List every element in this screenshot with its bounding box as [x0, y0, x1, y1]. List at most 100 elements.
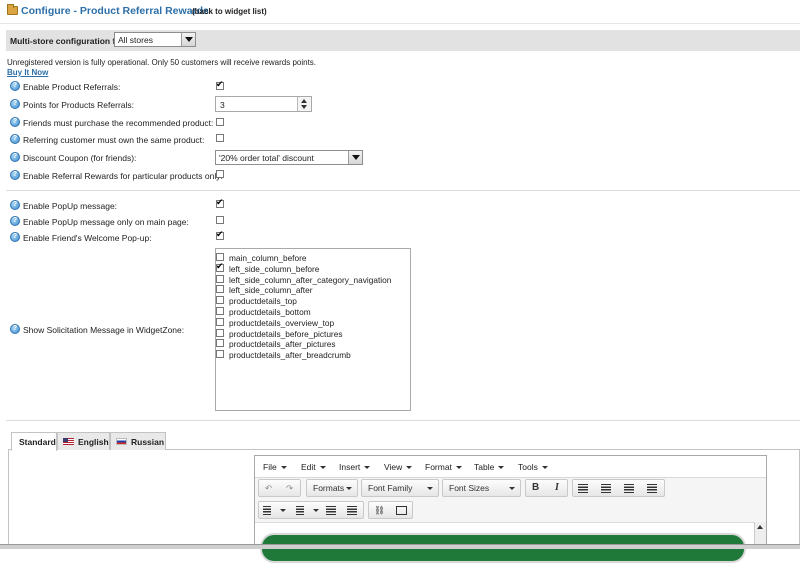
align-left-icon[interactable]: [578, 484, 588, 493]
friends-must-purchase-checkbox[interactable]: [216, 118, 224, 126]
multistore-bar: Multi-store configuration for All stores: [6, 30, 800, 51]
increment-icon[interactable]: [301, 99, 307, 103]
discount-coupon-select[interactable]: '20% order total' discount: [215, 150, 363, 165]
stepper-buttons[interactable]: [297, 97, 311, 111]
store-select[interactable]: All stores: [114, 32, 196, 47]
menu-table[interactable]: Table: [474, 462, 505, 472]
scroll-up-icon[interactable]: [757, 525, 763, 529]
font-sizes-dropdown[interactable]: Font Sizes: [442, 479, 521, 497]
referring-must-own-checkbox[interactable]: [216, 134, 224, 142]
widget-zone-checkbox[interactable]: [216, 261, 224, 272]
widget-zone-checkbox[interactable]: [216, 307, 224, 315]
bullet-list-icon[interactable]: [263, 506, 271, 515]
numbered-list-icon[interactable]: [296, 506, 304, 515]
back-to-widget-list-link[interactable]: (back to widget list): [192, 7, 267, 16]
help-icon[interactable]: ?: [10, 232, 20, 242]
menu-file[interactable]: File: [263, 462, 287, 472]
widget-zone-label: left_side_column_after_category_navigati…: [229, 274, 392, 285]
indent-icon[interactable]: [347, 506, 357, 515]
menu-format[interactable]: Format: [425, 462, 462, 472]
link-icon[interactable]: ⛓: [374, 502, 385, 518]
popup-main-only-label: Enable PopUp message only on main page:: [23, 217, 189, 227]
align-right-icon[interactable]: [624, 484, 634, 493]
popup-main-only-checkbox[interactable]: [216, 216, 224, 224]
widget-zone-checkbox[interactable]: [216, 339, 224, 348]
particular-products-checkbox[interactable]: [216, 170, 224, 178]
widget-zone-item[interactable]: main_column_before: [216, 252, 410, 263]
widget-zone-item[interactable]: left_side_column_after_category_navigati…: [216, 274, 410, 285]
widget-zone-label: productdetails_after_breadcrumb: [229, 350, 351, 361]
chevron-down-icon: [509, 487, 515, 490]
us-flag-icon: [63, 438, 74, 445]
help-icon[interactable]: ?: [10, 216, 20, 226]
help-icon[interactable]: ?: [10, 117, 20, 127]
outdent-icon[interactable]: [326, 506, 336, 515]
font-sizes-label: Font Sizes: [449, 483, 490, 493]
widget-zone-item[interactable]: productdetails_after_pictures: [216, 338, 410, 349]
menu-edit[interactable]: Edit: [301, 462, 326, 472]
chevron-down-icon: [364, 466, 371, 470]
multistore-label: Multi-store configuration for: [10, 36, 124, 46]
redo-icon[interactable]: ↷: [286, 480, 293, 496]
widget-zone-item[interactable]: productdetails_before_pictures: [216, 328, 410, 339]
chevron-down-icon: [181, 33, 195, 46]
menu-view[interactable]: View: [384, 462, 413, 472]
bold-button[interactable]: B: [532, 480, 539, 496]
enable-product-referrals-checkbox[interactable]: [216, 79, 224, 90]
chevron-down-icon: [319, 466, 326, 470]
italic-button[interactable]: I: [555, 480, 559, 496]
friends-must-purchase-label: Friends must purchase the recommended pr…: [23, 118, 214, 128]
widget-zone-checkbox[interactable]: [216, 350, 224, 359]
widget-zone-label: left_side_column_after: [229, 285, 313, 296]
tab-strip: Standard English Russian: [8, 430, 800, 451]
widget-zone-item[interactable]: productdetails_overview_top: [216, 317, 410, 328]
tab-standard[interactable]: Standard: [11, 432, 57, 451]
widget-zone-item[interactable]: productdetails_after_breadcrumb: [216, 349, 410, 360]
align-center-icon[interactable]: [601, 484, 611, 493]
widget-zone-item[interactable]: productdetails_bottom: [216, 306, 410, 317]
chevron-down-icon: [498, 466, 505, 470]
widget-zone-checkbox[interactable]: [216, 328, 224, 337]
tab-english[interactable]: English: [57, 432, 110, 450]
points-stepper[interactable]: 3: [215, 96, 312, 112]
welcome-popup-checkbox[interactable]: [216, 229, 224, 240]
chevron-down-icon: [406, 466, 413, 470]
widget-zone-checkbox[interactable]: [216, 285, 224, 294]
widget-zone-checkbox[interactable]: [216, 253, 224, 261]
help-icon[interactable]: ?: [10, 324, 20, 334]
chevron-down-icon: [427, 487, 433, 490]
align-justify-icon[interactable]: [647, 484, 657, 493]
widget-zone-item[interactable]: left_side_column_before: [216, 261, 410, 274]
help-icon[interactable]: ?: [10, 152, 20, 162]
editor-toolbar: ↶ ↷ Formats Font Family Font Sizes B I: [255, 479, 766, 500]
widget-zone-checkbox[interactable]: [216, 317, 224, 326]
menu-insert[interactable]: Insert: [339, 462, 371, 472]
help-icon[interactable]: ?: [10, 134, 20, 144]
undo-redo-group: ↶ ↷: [258, 479, 301, 497]
help-icon[interactable]: ?: [10, 99, 20, 109]
help-icon[interactable]: ?: [10, 81, 20, 91]
bold-italic-group: B I: [525, 479, 568, 497]
rich-text-editor[interactable]: File Edit Insert View Format Table Tools ↶ ↷ F…: [254, 455, 767, 563]
widget-zone-item[interactable]: left_side_column_after: [216, 284, 410, 295]
buy-it-now-link[interactable]: Buy It Now: [7, 68, 48, 77]
tab-russian-label: Russian: [131, 437, 165, 447]
widget-zone-label: productdetails_top: [229, 296, 297, 307]
formats-dropdown[interactable]: Formats: [306, 479, 358, 497]
decrement-icon[interactable]: [301, 105, 307, 109]
points-label: Points for Products Referrals:: [23, 100, 135, 110]
menu-tools[interactable]: Tools: [518, 462, 548, 472]
widget-zone-list[interactable]: main_column_beforeleft_side_column_befor…: [215, 248, 411, 411]
popup-message-checkbox[interactable]: [216, 197, 224, 208]
font-family-dropdown[interactable]: Font Family: [361, 479, 439, 497]
widget-zone-item[interactable]: productdetails_top: [216, 295, 410, 306]
editor-menubar: File Edit Insert View Format Table Tools: [255, 456, 766, 478]
widget-zone-label: productdetails_after_pictures: [229, 339, 336, 350]
help-icon[interactable]: ?: [10, 170, 20, 180]
widget-zone-checkbox[interactable]: [216, 274, 224, 283]
widget-zone-checkbox[interactable]: [216, 296, 224, 305]
help-icon[interactable]: ?: [10, 200, 20, 210]
tab-russian[interactable]: Russian: [110, 432, 166, 450]
undo-icon[interactable]: ↶: [265, 480, 272, 496]
image-icon[interactable]: [396, 506, 407, 515]
